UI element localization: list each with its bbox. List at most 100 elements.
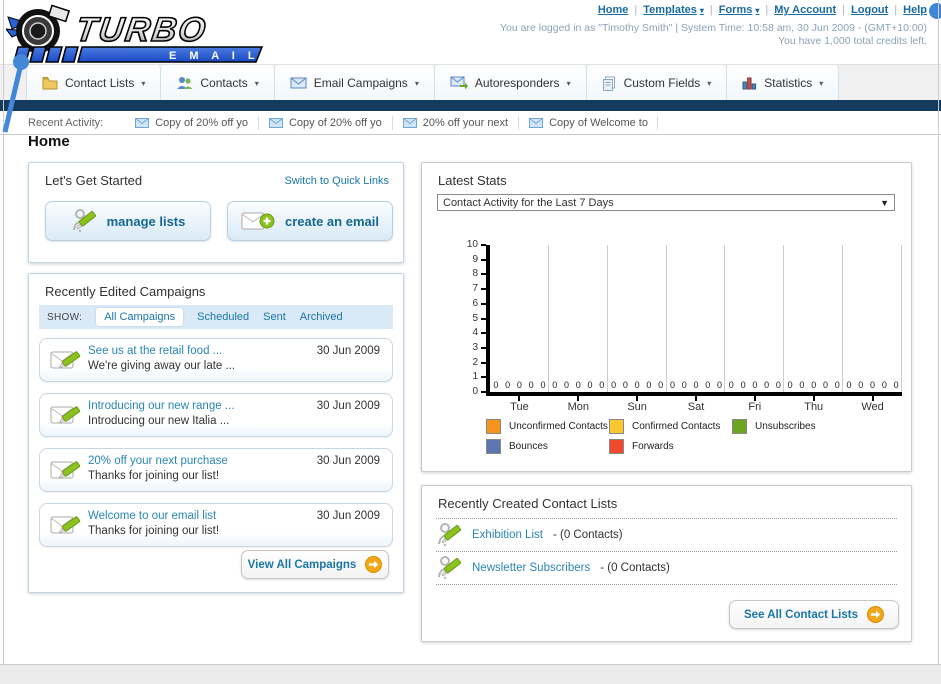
chart-gridline	[783, 245, 785, 392]
recent-activity-item[interactable]: Copy of Welcome to	[519, 115, 659, 130]
main-nav: Contact Lists ▾ Contacts ▾ Email Campaigns ▾ A…	[0, 64, 941, 101]
legend-label: Unconfirmed Contacts	[509, 421, 608, 432]
campaign-list-item[interactable]: 20% off your next purchase Thanks for joi…	[39, 448, 393, 492]
campaign-filter-sent[interactable]: Sent	[263, 311, 286, 323]
campaign-filter-archived[interactable]: Archived	[300, 311, 343, 323]
bar-value-label: 0	[516, 380, 522, 390]
campaigns-title: Recently Edited Campaigns	[45, 284, 206, 299]
bar-value-label: 0	[622, 380, 628, 390]
person-pencil-icon	[71, 208, 97, 234]
header-link-my-account[interactable]: My Account	[774, 4, 836, 16]
header-link-forms[interactable]: Forms ▾	[719, 4, 760, 16]
nav-tab-statistics[interactable]: Statistics ▾	[727, 65, 840, 101]
contact-list-name-link[interactable]: Exhibition List	[472, 529, 543, 541]
contact-list-item[interactable]: Newsletter Subscribers - (0 Contacts)	[436, 551, 897, 585]
campaign-date: 30 Jun 2009	[316, 510, 380, 522]
header-link-templates[interactable]: Templates ▾	[643, 4, 704, 16]
bar-value-label: 0	[799, 380, 805, 390]
x-axis-category-label: Mon	[567, 401, 589, 413]
contact-list-name-link[interactable]: Newsletter Subscribers	[472, 562, 590, 574]
manage-lists-button[interactable]: manage lists	[45, 201, 211, 241]
y-axis-tick-mark	[481, 317, 486, 320]
page-title: Home	[28, 133, 70, 150]
campaign-subtitle: We're giving away our late ...	[88, 360, 236, 372]
turbine-icon	[6, 4, 71, 53]
nav-tab-label: Contacts	[200, 76, 248, 90]
nav-tab-contact-lists[interactable]: Contact Lists ▾	[26, 65, 162, 101]
campaign-title-link[interactable]: Welcome to our email list	[88, 510, 216, 522]
campaign-filter-scheduled[interactable]: Scheduled	[197, 311, 249, 323]
y-axis-tick-mark	[481, 244, 486, 246]
header: TURBO E M A I L Home | Templates ▾ | Forms ▾ | M…	[0, 0, 941, 64]
nav-tab-contacts[interactable]: Contacts ▾	[161, 65, 275, 101]
campaign-list-item[interactable]: See us at the retail food ... We're givin…	[39, 338, 393, 382]
contact-list-count: - (0 Contacts)	[552, 529, 623, 541]
x-axis-category-label: Thu	[804, 401, 824, 413]
chevron-down-icon: ▾	[566, 78, 571, 88]
person-pencil-icon	[436, 555, 462, 581]
chart-gridline	[606, 245, 608, 392]
x-axis-category-label: Sat	[687, 401, 705, 413]
y-axis-tick-mark	[481, 346, 486, 349]
legend-entry: Unconfirmed Contacts	[486, 419, 609, 434]
campaign-list-item[interactable]: Welcome to our email list Thanks for join…	[39, 503, 393, 547]
campaigns-panel: Recently Edited Campaigns SHOW: All Camp…	[28, 273, 404, 593]
legend-entry: Unsubscribes	[732, 419, 855, 434]
create-an-email-button[interactable]: create an email	[227, 201, 393, 241]
bar-value-label: 0	[870, 380, 876, 390]
x-axis-category-label: Sun	[627, 401, 647, 413]
campaign-title-link[interactable]: Introducing our new range ...	[88, 400, 234, 412]
campaign-subtitle: Introducing our new Italia ...	[88, 415, 230, 427]
view-all-campaigns-label: View All Campaigns	[247, 558, 357, 571]
campaign-date: 30 Jun 2009	[316, 345, 380, 357]
bar-value-labels: 00000	[843, 380, 902, 390]
campaign-list-item[interactable]: Introducing our new range ... Introducing…	[39, 393, 393, 437]
stats-period-select[interactable]: Contact Activity for the Last 7 Days ▼	[437, 194, 895, 211]
contact-activity-chart: 0000000000000000000000000000000000001234…	[422, 239, 911, 415]
header-link-help[interactable]: Help	[903, 4, 927, 16]
legend-color-swatch	[732, 419, 747, 434]
header-link-logout[interactable]: Logout	[851, 4, 888, 16]
logo-title: TURBO	[74, 11, 210, 49]
bar-value-labels: 00000	[667, 380, 726, 390]
y-axis-tick-mark	[481, 376, 486, 379]
chart-plot-area: 00000000000000000000000000000000000	[486, 245, 902, 396]
page: TURBO E M A I L Home | Templates ▾ | Forms ▾ | M…	[0, 0, 941, 684]
legend-label: Forwards	[632, 441, 674, 452]
nav-tab-email-campaigns[interactable]: Email Campaigns ▾	[274, 65, 435, 101]
bar-value-label: 0	[846, 380, 852, 390]
contact-list-item[interactable]: Exhibition List - (0 Contacts)	[436, 518, 897, 551]
recent-activity-item-label: Copy of 20% off yo	[155, 116, 248, 129]
bar-value-label: 0	[881, 380, 887, 390]
link-separator: |	[894, 4, 898, 16]
campaign-filter-all-campaigns[interactable]: All Campaigns	[96, 308, 184, 326]
legend-color-swatch	[609, 419, 624, 434]
campaign-title-link[interactable]: 20% off your next purchase	[88, 455, 228, 467]
campaign-title-link[interactable]: See us at the retail food ...	[88, 345, 222, 357]
nav-tab-label: Email Campaigns	[313, 76, 408, 90]
recent-activity-item[interactable]: 20% off your next	[393, 115, 520, 130]
nav-tab-autoresponders[interactable]: Autoresponders ▾	[434, 65, 587, 101]
nav-tab-custom-fields[interactable]: Custom Fields ▾	[586, 65, 728, 101]
recent-activity-bar: Recent Activity: Copy of 20% off yo Copy …	[0, 111, 941, 135]
recent-activity-item[interactable]: Copy of 20% off yo	[259, 115, 393, 130]
bar-value-labels: 00000	[725, 380, 784, 390]
bar-value-label: 0	[493, 380, 499, 390]
view-all-campaigns-button[interactable]: View All Campaigns	[241, 550, 389, 579]
header-link-home[interactable]: Home	[598, 4, 629, 16]
switch-to-quick-links[interactable]: Switch to Quick Links	[284, 175, 389, 187]
see-all-contact-lists-button[interactable]: See All Contact Lists	[729, 600, 899, 629]
recent-activity-item[interactable]: Copy of 20% off yo	[125, 115, 259, 130]
bar-value-label: 0	[646, 380, 652, 390]
envelope-icon	[290, 77, 307, 89]
chart-gridline	[665, 245, 667, 392]
bar-value-label: 0	[575, 380, 581, 390]
button-label: manage lists	[106, 213, 186, 229]
chart-gridline	[724, 245, 726, 392]
turbo-email-logo: TURBO E M A I L	[6, 4, 264, 63]
campaign-subtitle: Thanks for joining our list!	[88, 525, 220, 537]
recent-activity-item-label: Copy of Welcome to	[549, 116, 648, 129]
campaign-subtitle: Thanks for joining our list!	[88, 470, 220, 482]
envelope-pencil-icon	[50, 457, 82, 488]
link-separator: |	[842, 4, 846, 16]
